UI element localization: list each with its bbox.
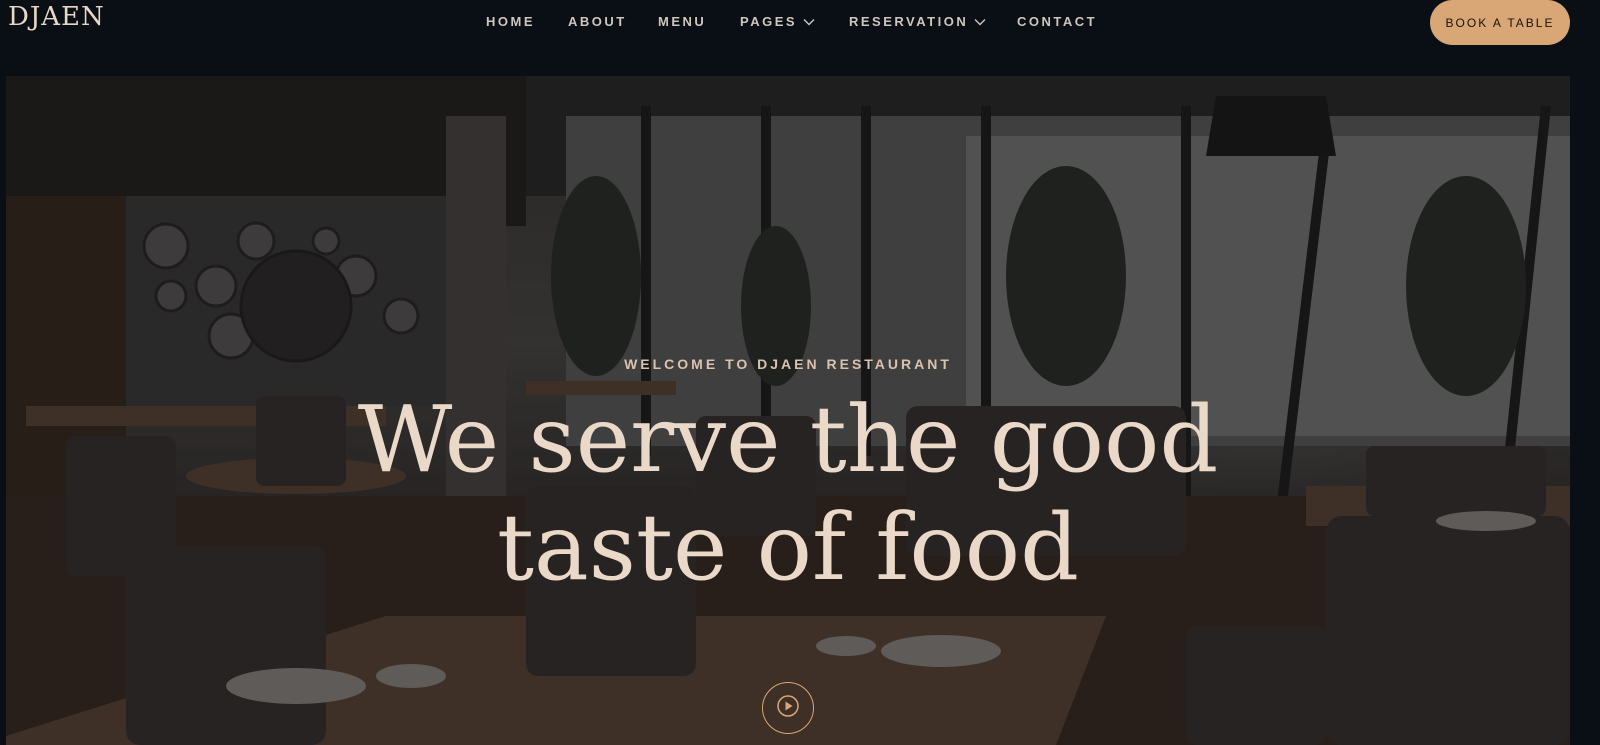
hero-section: WELCOME TO DJAEN RESTAURANT We serve the… [6, 76, 1570, 745]
nav-item-home[interactable]: HOME [486, 12, 535, 32]
nav-item-label: RESERVATION [849, 14, 969, 29]
nav-item-contact[interactable]: CONTACT [1017, 12, 1097, 32]
nav-item-label: MENU [658, 14, 707, 29]
nav-item-label: HOME [486, 14, 535, 29]
site-header: DJAEN HOME ABOUT MENU PAGES RESERVATION … [0, 0, 1600, 76]
nav-item-pages[interactable]: PAGES [740, 12, 815, 32]
nav-item-label: PAGES [740, 14, 798, 29]
play-video-button[interactable] [762, 682, 814, 734]
nav-item-menu[interactable]: MENU [658, 12, 706, 32]
main-nav: HOME ABOUT MENU PAGES RESERVATION CONTAC… [0, 12, 1600, 32]
hero-headline: We serve the good taste of food [6, 386, 1570, 602]
chevron-down-icon [803, 18, 815, 26]
book-a-table-button[interactable]: BOOK A TABLE [1430, 0, 1570, 45]
hero-eyebrow: WELCOME TO DJAEN RESTAURANT [624, 356, 952, 372]
chevron-down-icon [974, 18, 986, 26]
nav-item-label: ABOUT [568, 14, 627, 29]
nav-item-label: CONTACT [1017, 14, 1098, 29]
right-page-margin [1570, 76, 1600, 745]
nav-item-about[interactable]: ABOUT [568, 12, 627, 32]
nav-item-reservation[interactable]: RESERVATION [849, 12, 986, 32]
hero-headline-line-2: taste of food [496, 494, 1080, 601]
hero-headline-line-1: We serve the good [357, 386, 1219, 493]
play-icon [776, 694, 800, 722]
